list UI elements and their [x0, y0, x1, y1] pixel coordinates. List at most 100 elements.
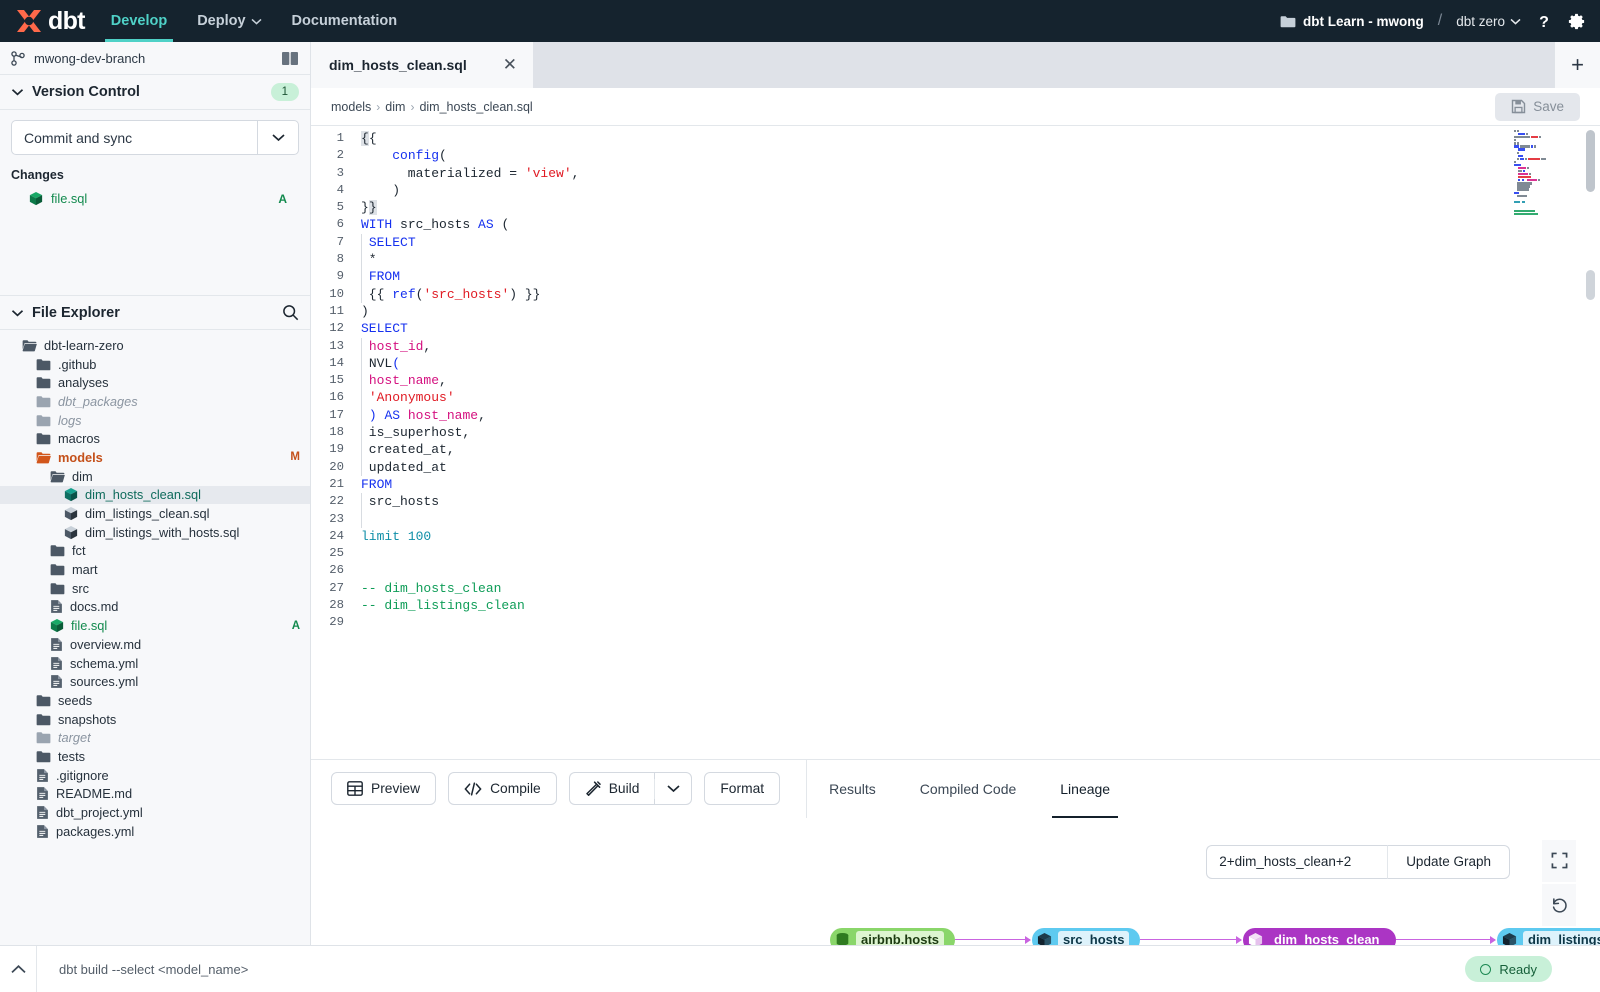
- gear-icon[interactable]: [1567, 12, 1586, 31]
- code-line[interactable]: 27-- dim_hosts_clean: [311, 580, 1600, 597]
- code-line[interactable]: 3 materialized = 'view',: [311, 165, 1600, 182]
- line-content[interactable]: [353, 545, 361, 562]
- editor-tab-dim-hosts-clean[interactable]: dim_hosts_clean.sql ✕: [311, 42, 533, 88]
- nav-documentation[interactable]: Documentation: [292, 0, 398, 42]
- fullscreen-icon[interactable]: [1542, 840, 1576, 882]
- line-content[interactable]: *: [353, 251, 377, 268]
- environment-selector[interactable]: dbt zero: [1456, 14, 1521, 29]
- line-content[interactable]: limit 100: [353, 528, 431, 545]
- commit-options-caret[interactable]: [257, 120, 299, 155]
- tab-results[interactable]: Results: [807, 759, 898, 818]
- code-line[interactable]: 14 NVL(: [311, 355, 1600, 372]
- file-explorer-header[interactable]: File Explorer: [0, 295, 310, 330]
- code-line[interactable]: 9 FROM: [311, 268, 1600, 285]
- code-line[interactable]: 16 'Anonymous': [311, 389, 1600, 406]
- lineage-node-airbnb-hosts[interactable]: airbnb.hosts: [830, 928, 955, 945]
- line-content[interactable]: src_hosts: [353, 493, 439, 510]
- tree-item-logs[interactable]: logs: [0, 411, 310, 430]
- tree-item-snapshots[interactable]: snapshots: [0, 710, 310, 729]
- line-content[interactable]: SELECT: [353, 320, 408, 337]
- lineage-node-dim-listings-with-hosts[interactable]: dim_listings_with_hosts: [1497, 928, 1600, 945]
- plus-icon[interactable]: +: [1554, 42, 1600, 88]
- code-editor[interactable]: 1{{2 config(3 materialized = 'view',4 )5…: [311, 126, 1600, 759]
- format-button[interactable]: Format: [704, 772, 780, 805]
- branch-row[interactable]: mwong-dev-branch: [0, 42, 310, 75]
- tree-item-seeds[interactable]: seeds: [0, 691, 310, 710]
- tree-item-docs-md[interactable]: docs.md: [0, 598, 310, 617]
- tree-item-macros[interactable]: macros: [0, 429, 310, 448]
- line-content[interactable]: created_at,: [353, 441, 455, 458]
- line-content[interactable]: {{ ref('src_hosts') }}: [353, 286, 540, 303]
- preview-button[interactable]: Preview: [331, 772, 436, 805]
- tab-compiled-code[interactable]: Compiled Code: [898, 759, 1039, 818]
- line-content[interactable]: }}: [353, 199, 377, 216]
- breadcrumb-dim[interactable]: dim: [385, 100, 405, 114]
- code-minimap[interactable]: [1514, 130, 1572, 216]
- code-line[interactable]: 21FROM: [311, 476, 1600, 493]
- dbt-logo[interactable]: dbt: [14, 8, 85, 34]
- chevron-up-icon[interactable]: [0, 946, 36, 992]
- line-content[interactable]: is_superhost,: [353, 424, 470, 441]
- tree-item-schema-yml[interactable]: schema.yml: [0, 654, 310, 673]
- lineage-node-dim-hosts-clean[interactable]: dim_hosts_clean: [1243, 928, 1396, 945]
- tree-item-dim[interactable]: dim: [0, 467, 310, 486]
- line-content[interactable]: 'Anonymous': [353, 389, 455, 406]
- close-icon[interactable]: ✕: [503, 55, 517, 75]
- nav-develop[interactable]: Develop: [111, 0, 167, 42]
- change-list-item[interactable]: file.sql A: [11, 188, 299, 209]
- graph-selector-input[interactable]: [1206, 845, 1388, 879]
- line-content[interactable]: ): [353, 303, 369, 320]
- line-content[interactable]: host_id,: [353, 338, 431, 355]
- code-line[interactable]: 4 ): [311, 182, 1600, 199]
- code-line[interactable]: 15 host_name,: [311, 372, 1600, 389]
- code-line[interactable]: 17 ) AS host_name,: [311, 407, 1600, 424]
- save-button[interactable]: Save: [1495, 93, 1580, 121]
- tree-item-fct[interactable]: fct: [0, 542, 310, 561]
- reset-counterclockwise-icon[interactable]: [1542, 884, 1576, 926]
- line-content[interactable]: FROM: [353, 476, 392, 493]
- code-line[interactable]: 10 {{ ref('src_hosts') }}: [311, 286, 1600, 303]
- command-hint[interactable]: dbt build --select <model_name>: [36, 946, 1465, 992]
- tree-item-dbt-learn-zero[interactable]: dbt-learn-zero: [0, 336, 310, 355]
- scrollbar-thumb-secondary[interactable]: [1586, 270, 1595, 300]
- code-line[interactable]: 25: [311, 545, 1600, 562]
- tree-item--github[interactable]: .github: [0, 355, 310, 374]
- code-line[interactable]: 2 config(: [311, 147, 1600, 164]
- tree-item-dim-listings-with-hosts-sql[interactable]: dim_listings_with_hosts.sql: [0, 523, 310, 542]
- code-line[interactable]: 7 SELECT: [311, 234, 1600, 251]
- scrollbar-thumb[interactable]: [1586, 130, 1595, 192]
- line-content[interactable]: SELECT: [353, 234, 416, 251]
- build-options-caret[interactable]: [654, 772, 692, 805]
- line-content[interactable]: materialized = 'view',: [353, 165, 579, 182]
- version-control-header[interactable]: Version Control 1: [0, 75, 310, 110]
- tree-item-dbt-packages[interactable]: dbt_packages: [0, 392, 310, 411]
- code-line[interactable]: 5}}: [311, 199, 1600, 216]
- line-content[interactable]: [353, 614, 361, 631]
- question-mark-icon[interactable]: ?: [1535, 12, 1553, 31]
- code-line[interactable]: 20 updated_at: [311, 459, 1600, 476]
- tree-item-overview-md[interactable]: overview.md: [0, 635, 310, 654]
- code-line[interactable]: 11): [311, 303, 1600, 320]
- line-content[interactable]: {{: [353, 130, 377, 147]
- tab-lineage[interactable]: Lineage: [1038, 759, 1132, 818]
- line-content[interactable]: ): [353, 182, 400, 199]
- code-line[interactable]: 22 src_hosts: [311, 493, 1600, 510]
- tree-item-file-sql[interactable]: file.sqlA: [0, 616, 310, 635]
- line-content[interactable]: config(: [353, 147, 447, 164]
- line-content[interactable]: host_name,: [353, 372, 447, 389]
- tree-item-sources-yml[interactable]: sources.yml: [0, 672, 310, 691]
- line-content[interactable]: -- dim_listings_clean: [353, 597, 525, 614]
- line-content[interactable]: updated_at: [353, 459, 447, 476]
- tree-item-mart[interactable]: mart: [0, 560, 310, 579]
- breadcrumb-models[interactable]: models: [331, 100, 371, 114]
- tree-item-dim-listings-clean-sql[interactable]: dim_listings_clean.sql: [0, 504, 310, 523]
- code-line[interactable]: 18 is_superhost,: [311, 424, 1600, 441]
- code-line[interactable]: 23: [311, 511, 1600, 528]
- tree-item-analyses[interactable]: analyses: [0, 373, 310, 392]
- line-content[interactable]: [353, 511, 361, 528]
- code-line[interactable]: 6WITH src_hosts AS (: [311, 216, 1600, 233]
- tree-item-target[interactable]: target: [0, 728, 310, 747]
- commit-and-sync-button[interactable]: Commit and sync: [11, 120, 257, 155]
- tree-item-dbt-project-yml[interactable]: dbt_project.yml: [0, 803, 310, 822]
- line-content[interactable]: -- dim_hosts_clean: [353, 580, 501, 597]
